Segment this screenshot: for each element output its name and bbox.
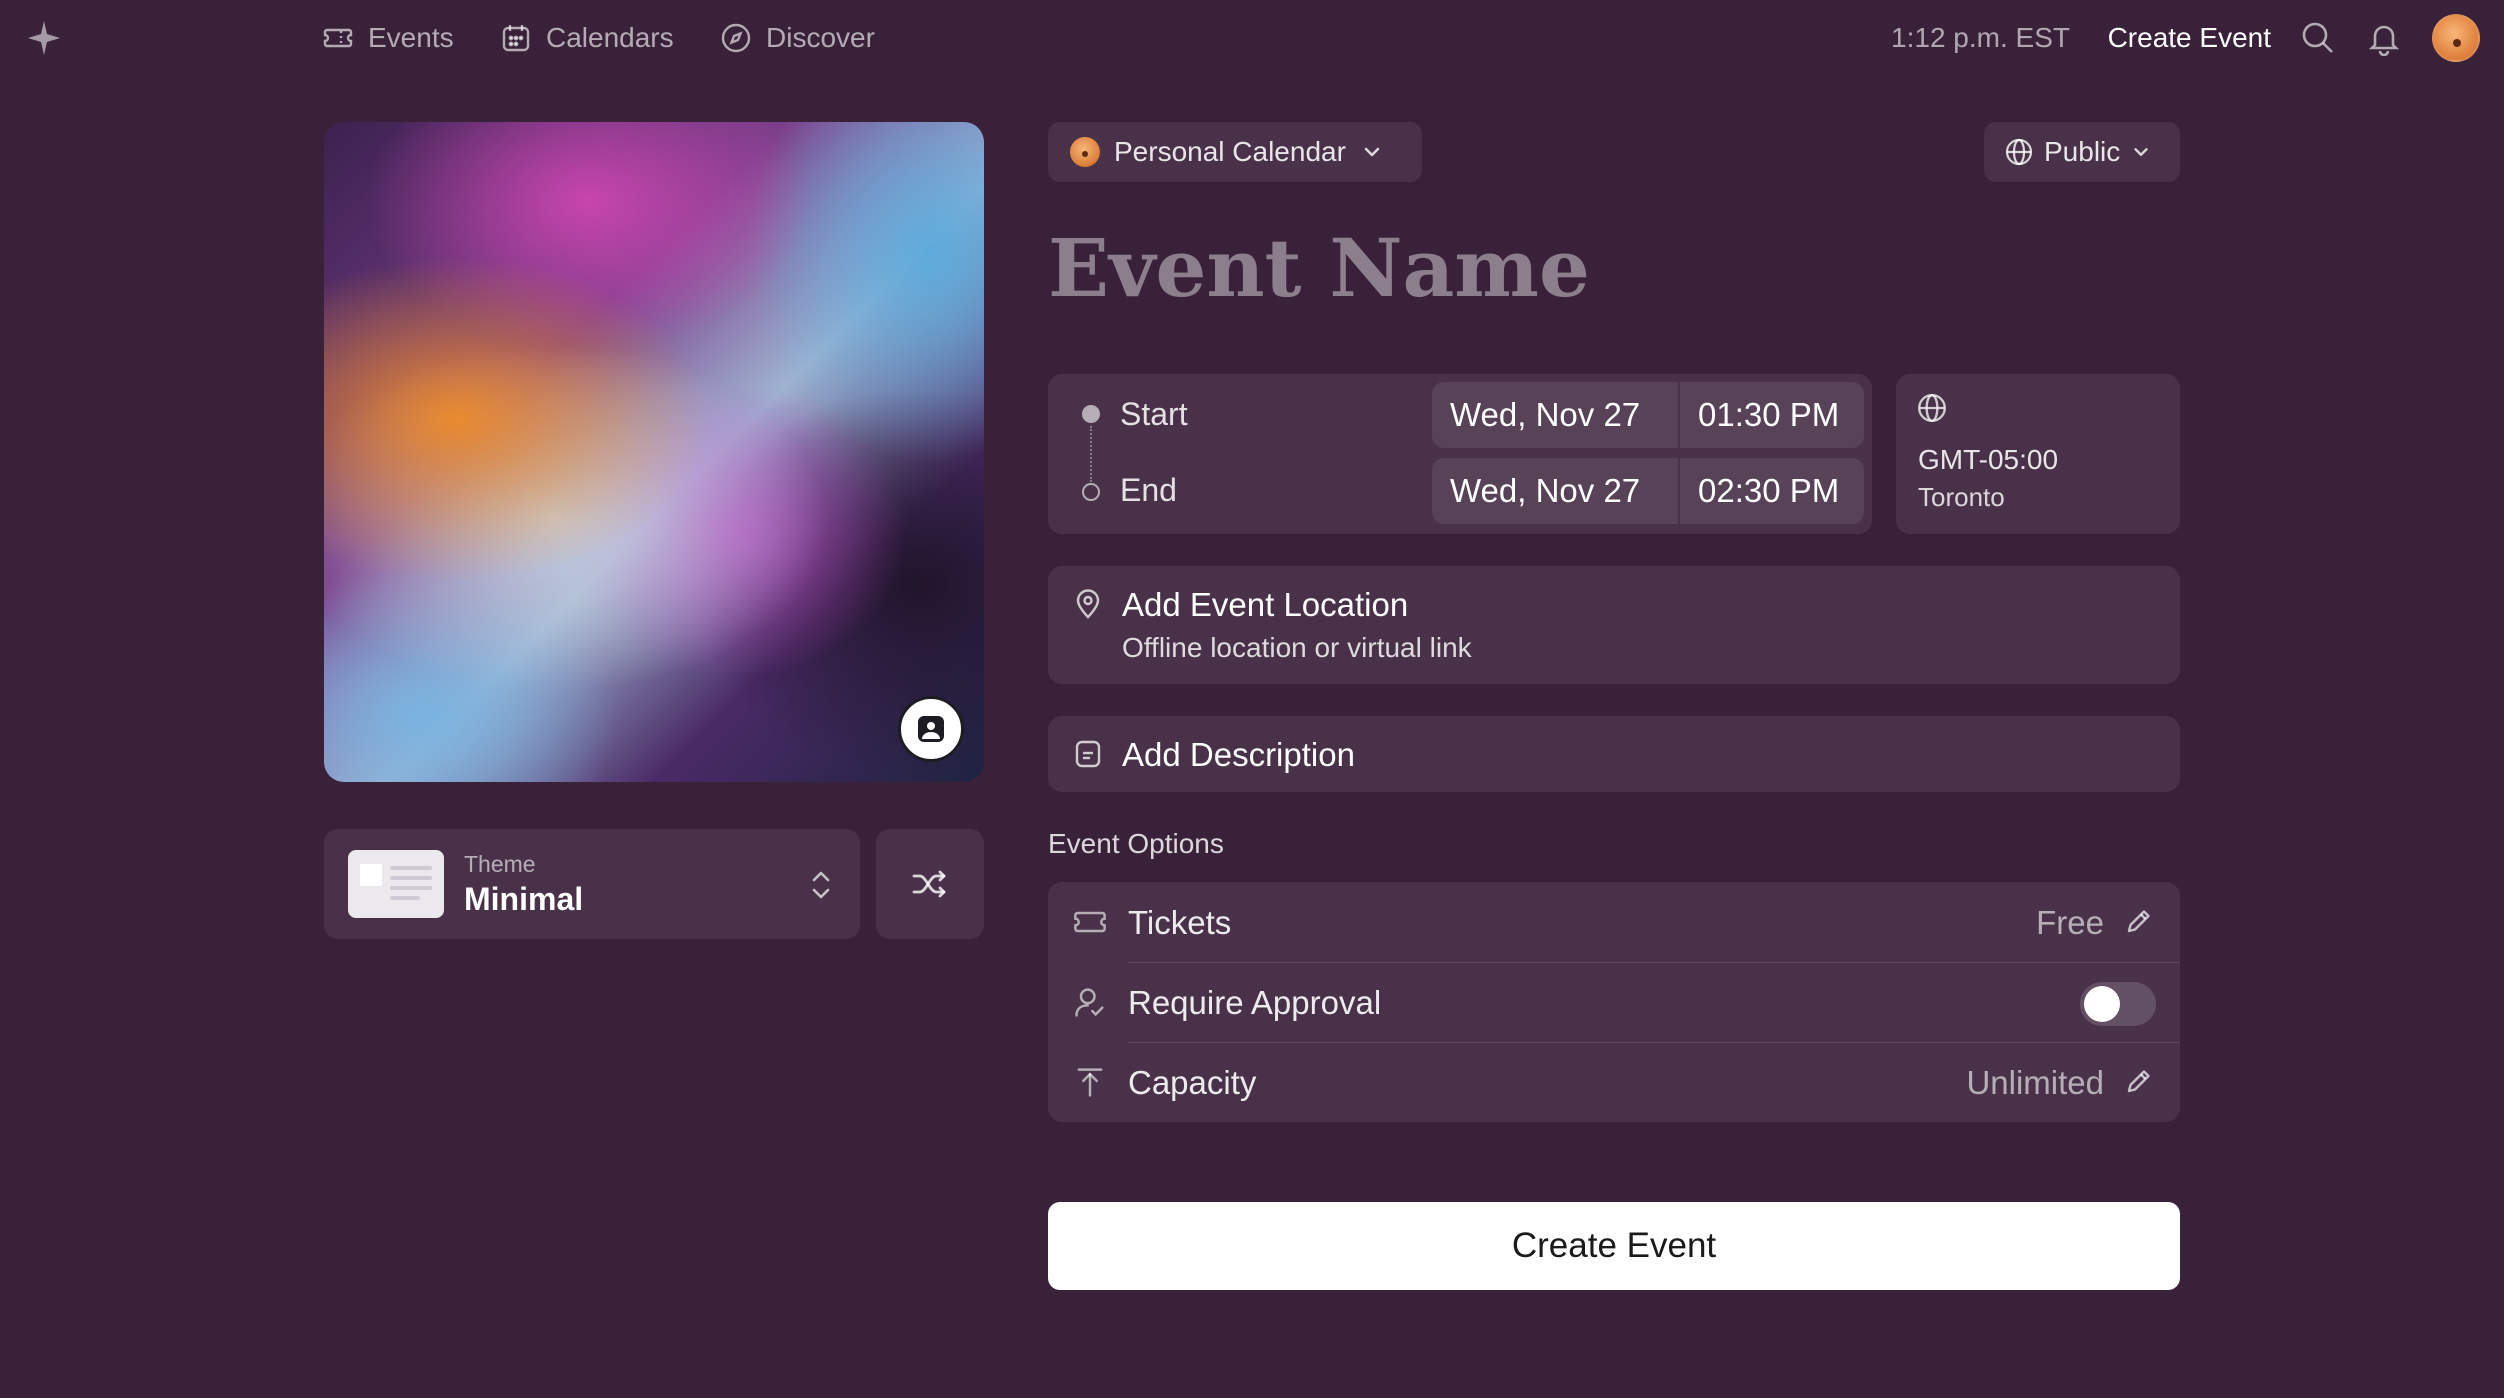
capacity-option-row[interactable]: Capacity Unlimited: [1048, 1042, 2180, 1122]
tickets-option-row[interactable]: Tickets Free: [1048, 882, 2180, 962]
calendar-selector[interactable]: Personal Calendar: [1048, 122, 1422, 182]
start-time-field[interactable]: 01:30 PM: [1680, 382, 1864, 448]
event-name-input[interactable]: Event Name: [1048, 218, 2180, 318]
current-time: 1:12 p.m. EST: [1891, 22, 2070, 53]
capacity-value: Unlimited: [1966, 1064, 2104, 1101]
event-options-heading: Event Options: [1048, 828, 1224, 859]
shuffle-theme-button[interactable]: [876, 829, 984, 939]
add-description-button[interactable]: Add Description: [1048, 716, 2180, 792]
timeline-connector: [1090, 426, 1092, 482]
theme-preview-thumbnail: [348, 850, 444, 918]
ticket-icon: [322, 22, 354, 54]
pencil-icon[interactable]: [2124, 906, 2154, 936]
description-title: Add Description: [1122, 736, 1355, 773]
ticket-icon: [1072, 904, 1108, 940]
nav-create-event-link[interactable]: Create Event: [2108, 18, 2271, 58]
pencil-icon[interactable]: [2124, 1066, 2154, 1096]
start-date-field[interactable]: Wed, Nov 27: [1432, 382, 1678, 448]
chevron-down-icon: [2130, 141, 2152, 163]
tickets-label: Tickets: [1128, 904, 1232, 941]
event-options-panel: Tickets Free Require Approval Capacity U…: [1048, 882, 2180, 1122]
change-cover-button[interactable]: [898, 696, 964, 762]
calendar-selector-label: Personal Calendar: [1114, 136, 1346, 167]
create-event-button[interactable]: Create Event: [1048, 1202, 2180, 1290]
document-icon: [1072, 738, 1104, 770]
event-cover-image: [324, 122, 984, 782]
timezone-city: Toronto: [1918, 482, 2005, 512]
image-icon: [914, 712, 948, 746]
capacity-label: Capacity: [1128, 1064, 1257, 1101]
require-approval-label: Require Approval: [1128, 984, 1382, 1021]
user-avatar[interactable]: [2432, 14, 2480, 62]
location-title: Add Event Location: [1122, 586, 1409, 623]
timezone-selector[interactable]: GMT-05:00 Toronto: [1896, 374, 2180, 534]
bell-icon[interactable]: [2366, 20, 2402, 56]
compass-icon: [720, 22, 752, 54]
globe-icon: [1916, 392, 1948, 424]
require-approval-toggle[interactable]: [2080, 982, 2156, 1026]
location-subtitle: Offline location or virtual link: [1122, 632, 1472, 663]
end-date-field[interactable]: Wed, Nov 27: [1432, 458, 1678, 524]
calendar-icon: [500, 22, 532, 54]
theme-label: Theme: [464, 851, 536, 877]
start-dot: [1082, 405, 1100, 423]
nav-calendars-link[interactable]: Calendars: [500, 18, 674, 58]
timezone-offset: GMT-05:00: [1918, 444, 2059, 475]
visibility-label: Public: [2044, 136, 2121, 167]
calendar-avatar: [1070, 137, 1100, 167]
nav-events-link[interactable]: Events: [322, 18, 454, 58]
datetime-panel: Start End Wed, Nov 27 01:30 PM Wed, Nov …: [1048, 374, 1872, 534]
nav-calendars-label: Calendars: [546, 22, 674, 53]
theme-value: Minimal: [464, 881, 584, 917]
theme-selector[interactable]: Theme Minimal: [324, 829, 860, 939]
search-icon[interactable]: [2300, 20, 2336, 56]
nav-discover-label: Discover: [766, 22, 875, 53]
shuffle-icon: [910, 864, 950, 904]
user-check-icon: [1072, 984, 1108, 1020]
end-dot: [1082, 483, 1100, 501]
nav-discover-link[interactable]: Discover: [720, 18, 875, 58]
map-pin-icon: [1072, 588, 1104, 620]
chevron-down-icon: [1360, 140, 1384, 164]
start-label: Start: [1120, 396, 1188, 432]
end-label: End: [1120, 472, 1177, 508]
nav-events-label: Events: [368, 22, 454, 53]
add-location-button[interactable]: Add Event Location Offline location or v…: [1048, 566, 2180, 684]
sparkle-logo-icon[interactable]: [24, 18, 64, 58]
end-time-field[interactable]: 02:30 PM: [1680, 458, 1864, 524]
capacity-icon: [1072, 1064, 1108, 1100]
require-approval-option-row: Require Approval: [1048, 962, 2180, 1042]
top-nav: Events Calendars Discover 1:12 p.m. EST …: [0, 0, 2504, 76]
chevron-up-down-icon: [806, 867, 836, 903]
globe-icon: [2004, 137, 2034, 167]
toggle-knob: [2084, 986, 2120, 1022]
tickets-value: Free: [2036, 904, 2104, 941]
visibility-selector[interactable]: Public: [1984, 122, 2180, 182]
